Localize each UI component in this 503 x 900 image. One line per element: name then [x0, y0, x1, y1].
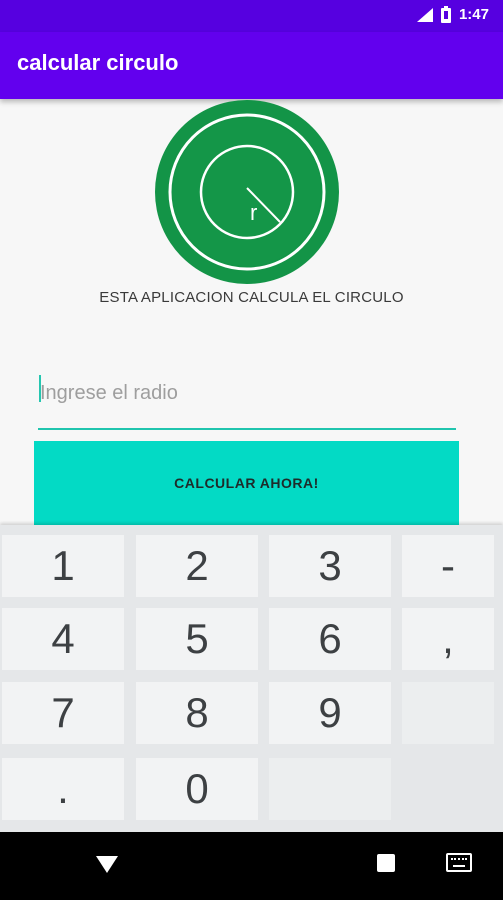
- key-5[interactable]: 5: [136, 608, 258, 670]
- key-3[interactable]: 3: [269, 535, 391, 597]
- key-4[interactable]: 4: [2, 608, 124, 670]
- battery-icon: [440, 6, 451, 23]
- navigation-bar: [0, 832, 503, 900]
- app-bar: calcular circulo: [0, 32, 503, 99]
- numeric-keyboard: 1 2 3 - 4 5 6 , 7 8 9 . 0: [0, 525, 503, 832]
- key-1[interactable]: 1: [2, 535, 124, 597]
- key-9[interactable]: 9: [269, 682, 391, 744]
- radius-field[interactable]: [38, 362, 460, 430]
- key-7[interactable]: 7: [2, 682, 124, 744]
- recent-apps-icon[interactable]: [377, 854, 395, 872]
- key-0[interactable]: 0: [136, 758, 258, 820]
- input-underline: [38, 428, 456, 430]
- key-blank-bottom[interactable]: [269, 758, 391, 820]
- key-8[interactable]: 8: [136, 682, 258, 744]
- keyboard-switch-icon[interactable]: [446, 853, 472, 872]
- calculate-button[interactable]: CALCULAR AHORA!: [34, 441, 459, 525]
- back-icon[interactable]: [96, 856, 118, 873]
- radius-input[interactable]: [38, 372, 460, 414]
- app-title: calcular circulo: [17, 50, 179, 75]
- radius-label: r: [250, 200, 257, 225]
- circle-logo-icon: r: [155, 100, 339, 284]
- key-6[interactable]: 6: [269, 608, 391, 670]
- text-cursor: [39, 375, 41, 402]
- key-comma[interactable]: ,: [402, 608, 494, 670]
- signal-icon: [416, 7, 433, 22]
- key-2[interactable]: 2: [136, 535, 258, 597]
- key-dot[interactable]: .: [2, 758, 124, 820]
- status-bar: 1:47: [0, 0, 503, 32]
- key-minus[interactable]: -: [402, 535, 494, 597]
- description-text: ESTA APLICACION CALCULA EL CIRCULO: [99, 289, 404, 306]
- clock: 1:47: [458, 6, 489, 23]
- key-blank-right[interactable]: [402, 682, 494, 744]
